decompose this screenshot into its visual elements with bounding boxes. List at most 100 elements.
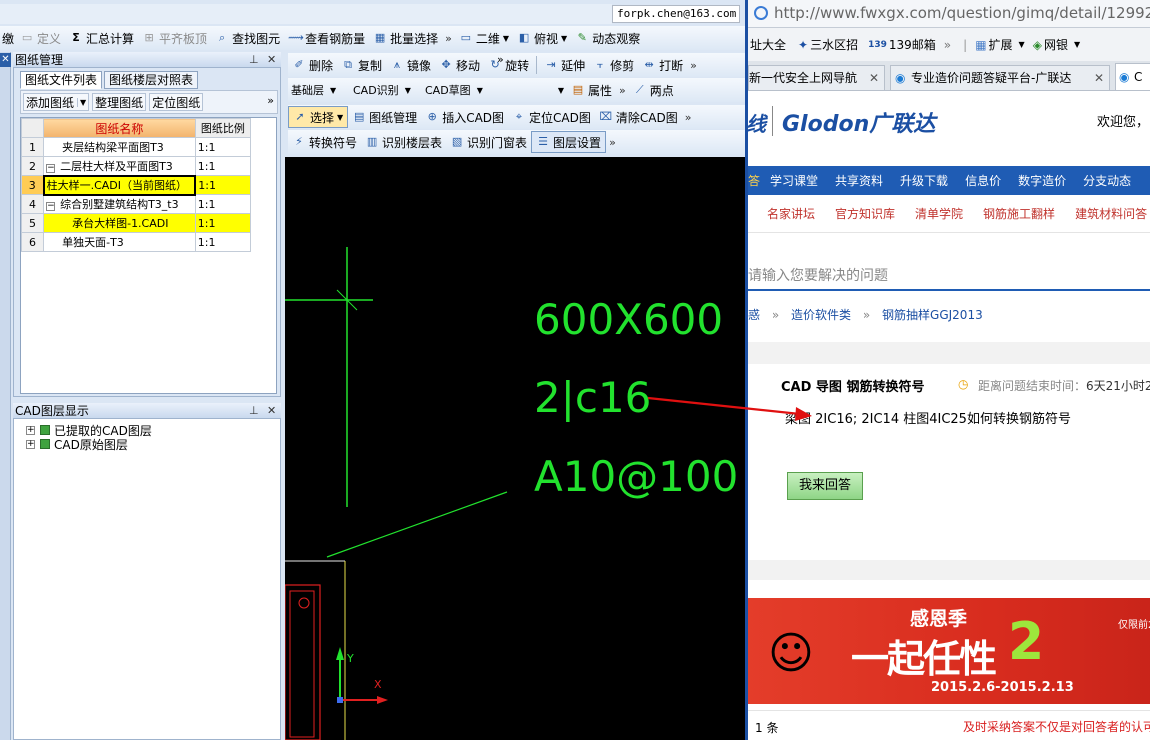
recognize-floor-table-button[interactable]: ▥ 识别楼层表 — [361, 131, 446, 153]
sub-nav-item[interactable]: 钢筋施工翻样 — [983, 205, 1055, 222]
collapse-icon[interactable]: − — [46, 163, 56, 173]
promo-banner[interactable]: ☺ 感恩季 一起任性 2 2015.2.6-2015.2.13 仅限前2 — [748, 598, 1150, 704]
table-row[interactable]: 4 − 综合别墅建筑结构T3_t3 1:1 — [20, 194, 252, 214]
chevron-down-icon[interactable]: ▼ — [1019, 40, 1025, 49]
close-tab-icon[interactable]: ✕ — [869, 66, 879, 90]
summary-calc-button[interactable]: Σ 汇总计算 — [65, 27, 138, 49]
properties-button[interactable]: ▤ 属性 — [567, 79, 616, 101]
level-slab-top-button[interactable]: ⊞ 平齐板顶 — [138, 27, 211, 49]
add-drawing-button[interactable]: 添加图纸 ▼ — [23, 93, 90, 111]
pin-icon[interactable]: ⊥ — [249, 52, 259, 68]
overflow-icon[interactable]: » — [267, 94, 274, 107]
cad-text-stirrup[interactable]: A10@100 — [534, 452, 738, 501]
sub-nav-item[interactable]: 建筑材料问答 — [1075, 205, 1147, 222]
sub-nav-item[interactable]: 清单学院 — [915, 205, 963, 222]
browser-tab[interactable]: 新一代安全上网导航 ✕ — [748, 65, 885, 91]
expand-icon[interactable]: + — [26, 425, 35, 435]
search-input[interactable]: 请输入您要解决的问题 — [748, 265, 888, 285]
collapse-icon[interactable]: − — [46, 202, 56, 212]
chevron-down-icon[interactable]: ▼ — [1074, 40, 1080, 49]
tree-item-original-layers[interactable]: + CAD原始图层 — [26, 437, 128, 452]
cad-text-section-size[interactable]: 600X600 — [534, 295, 723, 344]
chevron-down-icon[interactable]: ▼ — [77, 97, 86, 107]
table-row[interactable]: 5 承台大样图-1.CADI 1:1 — [20, 213, 252, 233]
tab-floor-mapping[interactable]: 图纸楼层对照表 — [104, 71, 199, 89]
cut-off-icon[interactable]: 缴 — [0, 27, 16, 49]
breadcrumb-item[interactable]: 惑 — [748, 308, 760, 322]
copy-button[interactable]: ⧉ 复制 — [337, 54, 386, 76]
cad-draft-dropdown[interactable]: CAD草图 ▼ — [422, 80, 492, 100]
find-element-button[interactable]: ⌕ 查找图元 — [211, 27, 284, 49]
nav-item[interactable]: 升级下载 — [900, 172, 948, 189]
tab-drawing-list[interactable]: 图纸文件列表 — [20, 71, 103, 89]
sub-nav-item[interactable]: 官方知识库 — [835, 205, 895, 222]
bookmark-item[interactable]: 139邮箱 — [889, 36, 936, 53]
toolbar-overflow-icon[interactable]: » — [442, 32, 455, 45]
close-tab-icon[interactable]: ✕ — [1093, 66, 1104, 90]
break-button[interactable]: ⇹ 打断 — [638, 54, 687, 76]
layer-setting-button[interactable]: ☰ 图层设置 — [531, 131, 607, 153]
toolbar-overflow-icon[interactable]: » — [687, 59, 700, 72]
clear-cad-button[interactable]: ⌧ 清除CAD图 — [595, 106, 682, 128]
expand-icon[interactable]: + — [26, 439, 35, 449]
toolbar-overflow-icon[interactable]: » — [616, 84, 629, 97]
table-row[interactable]: 1 夹层结构梁平面图T3 1:1 — [20, 137, 252, 157]
breadcrumb-item[interactable]: 造价软件类 — [791, 308, 851, 322]
locate-cad-button[interactable]: ⌖ 定位CAD图 — [508, 106, 595, 128]
drawing-management-button[interactable]: ▤ 图纸管理 — [348, 106, 421, 128]
side-close-icon[interactable]: ✕ — [0, 53, 11, 67]
trim-button[interactable]: ⫟ 修剪 — [589, 54, 638, 76]
nav-item[interactable]: 学习课堂 — [770, 172, 818, 189]
browser-tab[interactable]: ◉ 专业造价问题答疑平台-广联达 ✕ — [890, 65, 1110, 91]
online-bank-button[interactable]: 网银 — [1044, 36, 1068, 53]
extensions-button[interactable]: 扩展 — [989, 36, 1013, 53]
cad-text-rebar[interactable]: 2|c16 — [534, 373, 651, 422]
define-button[interactable]: ▭ 定义 — [16, 27, 65, 49]
toolbar-overflow-icon[interactable]: » — [682, 111, 695, 124]
dynamic-observe-button[interactable]: ✎ 动态观察 — [571, 27, 644, 49]
locate-drawing-button[interactable]: 定位图纸 — [149, 93, 204, 111]
sub-nav-item[interactable]: 名家讲坛 — [767, 205, 815, 222]
more-bookmarks-icon[interactable]: » — [944, 38, 951, 52]
batch-select-button[interactable]: ▦ 批量选择 — [369, 27, 442, 49]
cad-recognize-dropdown[interactable]: CAD识别 ▼ — [350, 80, 422, 100]
table-row[interactable]: 2 − 二层柱大样及平面图T3 1:1 — [20, 156, 252, 176]
element-dropdown[interactable]: ▼ — [492, 80, 567, 100]
bookmark-item[interactable]: 三水区招 — [810, 36, 858, 53]
layer-checkbox[interactable] — [40, 425, 50, 435]
nav-item[interactable]: 信息价 — [965, 172, 1001, 189]
recognize-door-window-button[interactable]: ▧ 识别门窗表 — [446, 131, 531, 153]
bookmark-item[interactable]: 址大全 — [750, 36, 786, 53]
close-icon[interactable]: ✕ — [267, 52, 276, 68]
layer-checkbox[interactable] — [40, 439, 50, 449]
url-field[interactable]: http://www.fwxgx.com/question/gimq/detai… — [774, 4, 1150, 22]
convert-symbol-button[interactable]: ⚡ 转换符号 — [288, 131, 361, 153]
pin-icon[interactable]: ⊥ — [249, 403, 259, 419]
cad-canvas[interactable]: Y X 600X600 2|c16 A10@100 — [285, 157, 745, 740]
nav-item[interactable]: 分支动态 — [1083, 172, 1131, 189]
delete-button[interactable]: ✐ 删除 — [288, 54, 337, 76]
top-view-dropdown[interactable]: ◧ 俯视 ▼ — [513, 27, 571, 49]
search-box[interactable]: 请输入您要解决的问题 — [748, 255, 1150, 291]
select-button[interactable]: ➚ 选择 ▼ — [288, 106, 349, 128]
insert-cad-button[interactable]: ⊕ 插入CAD图 — [421, 106, 508, 128]
extend-button[interactable]: ⇥ 延伸 — [540, 54, 589, 76]
close-icon[interactable]: ✕ — [267, 403, 276, 419]
glodon-logo[interactable]: Glodon广联达 — [782, 106, 935, 138]
table-row[interactable]: 6 单独天面-T3 1:1 — [20, 232, 252, 252]
nav-item[interactable]: 共享资料 — [835, 172, 883, 189]
floor-dropdown[interactable]: 基础层 ▼ — [288, 80, 350, 100]
breadcrumb-item[interactable]: 钢筋抽样GGJ2013 — [882, 308, 983, 322]
rotate-button[interactable]: ↻ 旋转 — [484, 54, 533, 76]
nav-item[interactable]: 数字造价 — [1018, 172, 1066, 189]
mirror-button[interactable]: ⩚ 镜像 — [386, 54, 435, 76]
toolbar-overflow-icon[interactable]: » — [606, 136, 619, 149]
answer-button[interactable]: 我来回答 — [787, 472, 863, 500]
toolbar-overflow-icon[interactable]: » — [497, 53, 504, 66]
2d-view-dropdown[interactable]: ▭ 二维 ▼ — [455, 27, 513, 49]
organize-drawing-button[interactable]: 整理图纸 — [92, 93, 147, 111]
view-steel-button[interactable]: ⟿ 查看钢筋量 — [284, 27, 369, 49]
browser-tab-active[interactable]: ◉ C — [1115, 63, 1150, 91]
two-point-button[interactable]: ⟋ 两点 — [629, 79, 678, 101]
table-row-current[interactable]: 3 柱大样一.CADI（当前图纸） 1:1 — [20, 174, 252, 196]
